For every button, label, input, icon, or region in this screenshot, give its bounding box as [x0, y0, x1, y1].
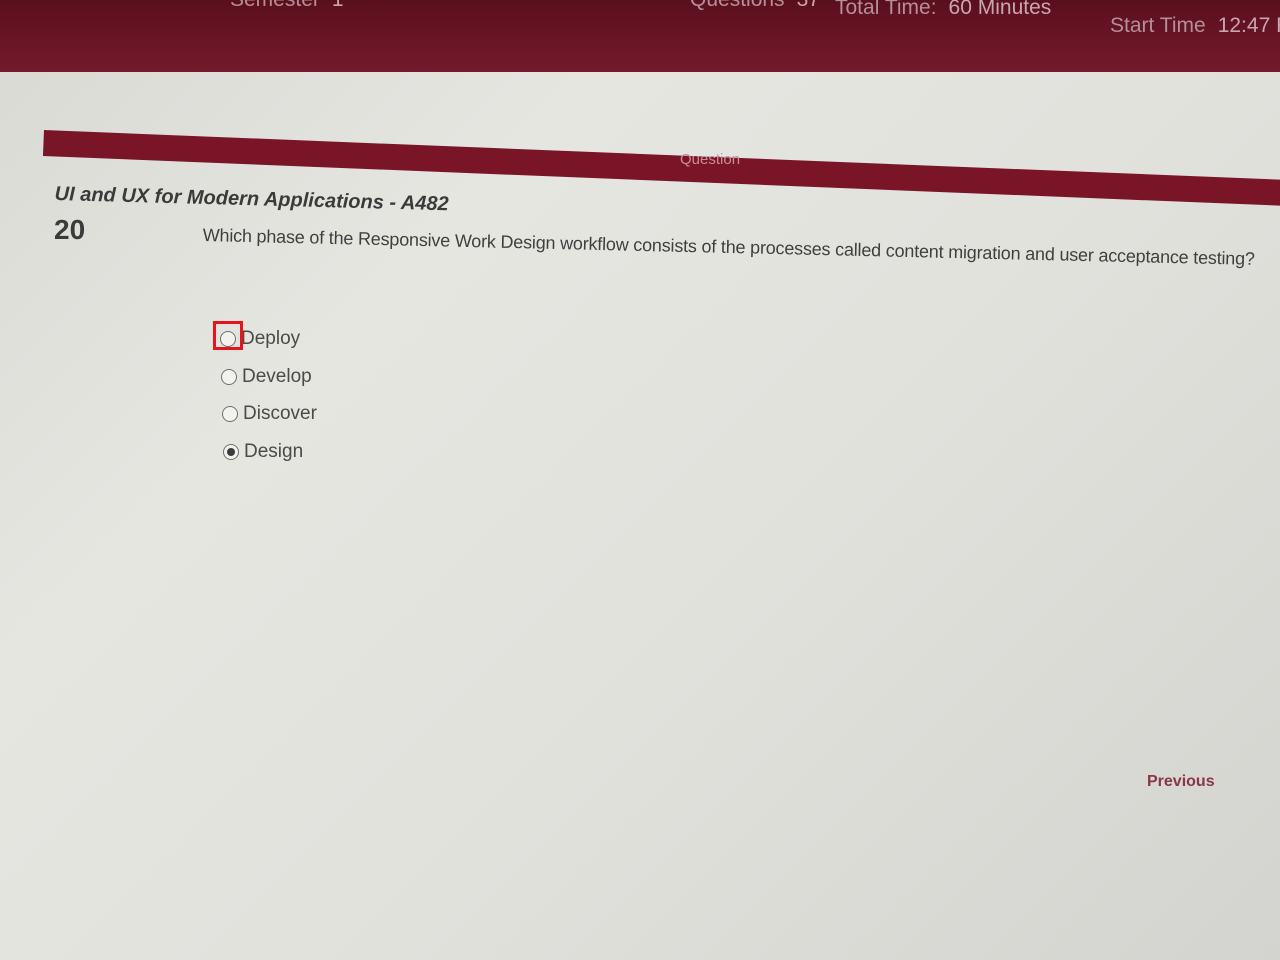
radio-button[interactable] [222, 406, 238, 422]
questions-stat: Questions37 [690, 0, 820, 12]
option-label: Deploy [241, 328, 301, 349]
exam-header-bar: Semester1 Questions37 Total Time:60 Minu… [0, 0, 1280, 72]
option-label: Develop [242, 366, 312, 387]
semester-stat: Semester1 [230, 0, 344, 12]
option-design[interactable]: Design [223, 441, 303, 463]
question-text: Which phase of the Responsive Work Desig… [202, 225, 1255, 269]
total-time-stat: Total Time: 60 Minutes [835, 0, 1052, 19]
question-section-label: Question [680, 151, 741, 168]
previous-button[interactable]: Previous [1147, 773, 1215, 791]
option-develop[interactable]: Develop [221, 366, 312, 388]
highlight-box [213, 321, 243, 350]
option-label: Discover [243, 403, 317, 424]
course-title: UI and UX for Modern Applications - A482 [54, 183, 449, 216]
radio-button[interactable] [221, 369, 237, 385]
option-discover[interactable]: Discover [222, 403, 317, 425]
start-time-stat: Start Time12:47 P [1110, 14, 1280, 37]
question-number: 20 [54, 214, 86, 245]
option-label: Design [244, 441, 304, 462]
radio-button-selected[interactable] [223, 444, 239, 460]
